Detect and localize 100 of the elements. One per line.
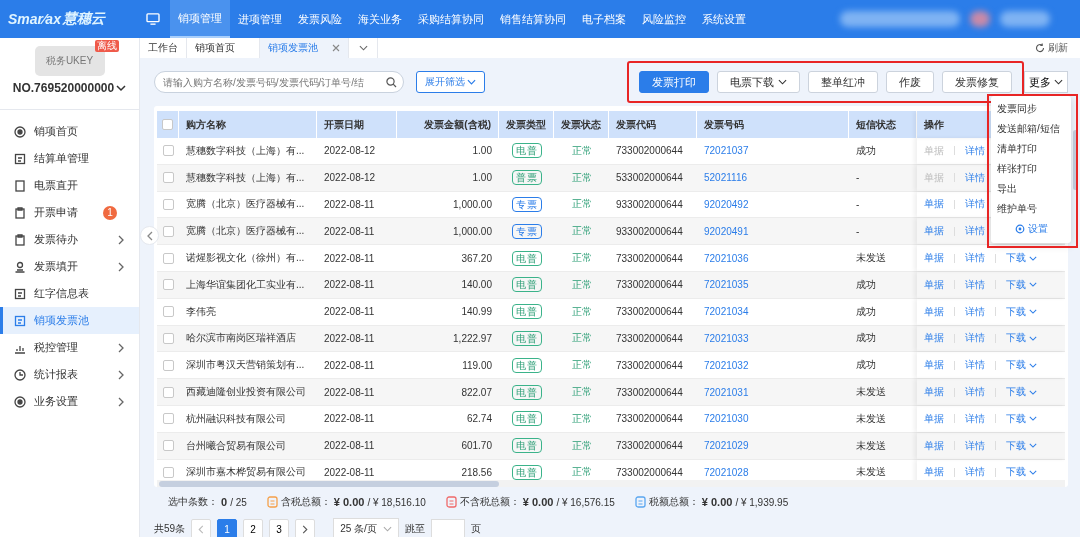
vertical-scrollbar[interactable] (1073, 130, 1078, 190)
sidebar-item[interactable]: 统计报表 (0, 361, 139, 388)
expand-filter-button[interactable]: 展开筛选 (416, 71, 485, 93)
select-all-checkbox[interactable] (162, 119, 173, 130)
row-checkbox[interactable] (162, 332, 174, 344)
menu-item[interactable]: 样张打印 (991, 159, 1071, 179)
download-link[interactable]: 下载 (1006, 304, 1037, 319)
row-checkbox[interactable] (162, 413, 174, 425)
nav-tab[interactable]: 进项管理 (230, 0, 290, 38)
row-checkbox[interactable] (162, 386, 174, 398)
nav-tab[interactable]: 系统设置 (694, 0, 754, 38)
download-link[interactable]: 下载 (1006, 358, 1037, 373)
page-button[interactable]: 3 (269, 519, 290, 537)
detail-link[interactable]: 详情 (965, 438, 985, 453)
settings-menu-item[interactable]: 设置 (1010, 219, 1052, 239)
invoice-number-link[interactable]: 72021033 (704, 332, 749, 344)
invoice-number-link[interactable]: 52021116 (704, 172, 747, 184)
sidebar-item[interactable]: 红字信息表 (0, 280, 139, 307)
page-button[interactable]: 1 (217, 519, 238, 537)
sidebar-item[interactable]: 开票申请 1 (0, 199, 139, 226)
close-icon[interactable] (332, 44, 340, 52)
sidebar-item[interactable]: 结算单管理 (0, 145, 139, 172)
document-link[interactable]: 单据 (924, 304, 944, 319)
invoice-number-link[interactable]: 92020492 (704, 199, 749, 210)
document-link[interactable]: 单据 (924, 358, 944, 373)
monitor-icon[interactable] (146, 13, 160, 25)
invoice-number-link[interactable]: 72021036 (704, 252, 749, 264)
row-checkbox[interactable] (162, 466, 174, 478)
document-link[interactable]: 单据 (924, 411, 944, 426)
horizontal-scrollbar[interactable] (157, 480, 1065, 487)
invoice-number-link[interactable]: 72021034 (704, 306, 749, 318)
document-link[interactable]: 单据 (924, 277, 944, 292)
detail-link[interactable]: 详情 (965, 358, 985, 373)
refresh-button[interactable]: 刷新 (1035, 38, 1080, 58)
sidebar-item[interactable]: 业务设置 (0, 388, 139, 415)
nav-tab[interactable]: 发票风险 (290, 0, 350, 38)
more-button[interactable]: 更多 (1024, 71, 1068, 93)
detail-link[interactable]: 详情 (965, 385, 985, 400)
invoice-number-link[interactable]: 72021035 (704, 279, 749, 291)
invoice-number-link[interactable]: 72021031 (704, 386, 749, 398)
sidebar-item[interactable]: 销项发票池 (0, 307, 139, 334)
sidebar-item[interactable]: 发票待办 (0, 226, 139, 253)
sidebar-item[interactable]: 销项首页 (0, 118, 139, 145)
toolbar-button[interactable]: 发票修复 (942, 71, 1012, 93)
row-checkbox[interactable] (162, 440, 174, 452)
menu-item[interactable]: 清单打印 (991, 139, 1071, 159)
invoice-number-link[interactable]: 72021032 (704, 359, 749, 371)
nav-tab[interactable]: 海关业务 (350, 0, 410, 38)
page-button[interactable]: 2 (243, 519, 264, 537)
sidebar-item[interactable]: 税控管理 (0, 334, 139, 361)
detail-link[interactable]: 详情 (965, 170, 985, 185)
menu-item[interactable]: 导出 (991, 179, 1071, 199)
row-checkbox[interactable] (162, 172, 174, 184)
invoice-number-link[interactable]: 92020491 (704, 225, 749, 237)
download-link[interactable]: 下载 (1006, 438, 1037, 453)
document-link[interactable]: 单据 (924, 224, 944, 239)
download-link[interactable]: 下载 (1006, 465, 1037, 480)
next-page-button[interactable] (295, 519, 316, 537)
page-tab[interactable]: 工作台 (140, 38, 187, 58)
page-size-select[interactable]: 25 条/页 (333, 518, 399, 537)
nav-tab[interactable]: 电子档案 (574, 0, 634, 38)
device-number-select[interactable]: NO.769520000000 (12, 81, 127, 95)
nav-tab[interactable]: 风险监控 (634, 0, 694, 38)
row-checkbox[interactable] (162, 225, 174, 237)
nav-tab[interactable]: 采购结算协同 (410, 0, 492, 38)
toolbar-button[interactable]: 发票打印 (639, 71, 709, 93)
invoice-number-link[interactable]: 72021037 (704, 145, 749, 157)
toolbar-button[interactable]: 作废 (886, 71, 934, 93)
previous-page-button[interactable] (191, 519, 212, 537)
invoice-number-link[interactable]: 72021029 (704, 440, 749, 452)
document-link[interactable]: 单据 (924, 465, 944, 480)
row-checkbox[interactable] (162, 145, 174, 157)
detail-link[interactable]: 详情 (965, 411, 985, 426)
row-checkbox[interactable] (162, 199, 174, 210)
search-field[interactable]: 请输入购方名称/发票号码/发票代码/订单号/结 (154, 71, 404, 93)
document-link[interactable]: 单据 (924, 331, 944, 346)
download-link[interactable]: 下载 (1006, 331, 1037, 346)
detail-link[interactable]: 详情 (965, 251, 985, 266)
row-checkbox[interactable] (162, 279, 174, 291)
nav-tab[interactable]: 销项管理 (170, 0, 230, 38)
toolbar-button[interactable]: 整单红冲 (808, 71, 878, 93)
detail-link[interactable]: 详情 (965, 197, 985, 212)
download-link[interactable]: 下载 (1006, 411, 1037, 426)
detail-link[interactable]: 详情 (965, 331, 985, 346)
detail-link[interactable]: 详情 (965, 277, 985, 292)
nav-tab[interactable]: 销售结算协同 (492, 0, 574, 38)
toolbar-button[interactable]: 电票下载 (717, 71, 800, 93)
invoice-number-link[interactable]: 72021030 (704, 413, 749, 425)
detail-link[interactable]: 详情 (965, 465, 985, 480)
detail-link[interactable]: 详情 (965, 304, 985, 319)
row-checkbox[interactable] (162, 306, 174, 318)
download-link[interactable]: 下载 (1006, 385, 1037, 400)
download-link[interactable]: 下载 (1006, 277, 1037, 292)
document-link[interactable]: 单据 (924, 251, 944, 266)
page-tab[interactable]: 销项发票池 (260, 38, 349, 58)
detail-link[interactable]: 详情 (965, 143, 985, 158)
document-link[interactable]: 单据 (924, 438, 944, 453)
page-number-input[interactable] (430, 519, 465, 537)
document-link[interactable]: 单据 (924, 197, 944, 212)
sidebar-item[interactable]: 电票直开 (0, 172, 139, 199)
